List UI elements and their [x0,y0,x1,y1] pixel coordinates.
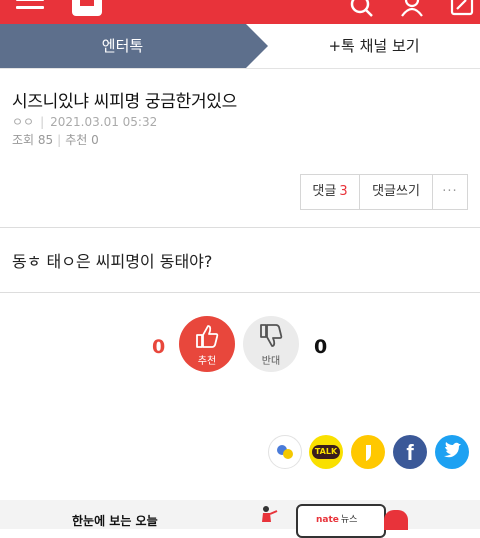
facebook-icon[interactable]: f [393,435,427,469]
kakaostory-icon[interactable] [351,435,385,469]
post-body: 동ㅎ 태ㅇ은 씨피명이 동태야? [0,228,480,293]
post-meta: ㅇㅇ | 2021.03.01 05:32 [12,113,157,130]
thumbs-down-icon [260,324,283,347]
twitter-icon[interactable] [435,435,469,469]
channel-bar: 엔터톡 +톡 채널 보기 [0,24,480,69]
banner-brand: nate 뉴스 [316,512,357,525]
oppose-label: 반대 [261,356,281,367]
post-action-buttons: 댓글 3 댓글쓰기 ··· [300,174,468,210]
banner-decoration [384,510,408,530]
nate-logo[interactable] [72,0,102,16]
banner-brand-suffix: 뉴스 [340,515,358,525]
post-header: 시즈니있냐 씨피명 궁금한거있으 ㅇㅇ | 2021.03.01 05:32 조회 … [0,69,480,228]
comment-button[interactable]: 댓글 3 [301,175,360,209]
thumbs-up-icon [196,325,219,348]
write-comment-button[interactable]: 댓글쓰기 [360,175,433,209]
meta-divider: | [40,115,45,129]
vote-section: 0 추천 반대 0 [0,316,480,376]
kakaotalk-icon[interactable]: TALK [309,435,343,469]
post-body-text: 동ㅎ 태ㅇ은 씨피명이 동태야? [12,252,213,271]
edit-icon[interactable] [450,0,474,20]
promo-banner[interactable]: 한눈에 보는 오늘 nate 뉴스 [0,500,480,538]
user-icon[interactable] [400,0,424,20]
recommend-count: 0 [152,336,166,358]
post-recommend: 추천 0 [65,133,99,147]
post-title: 시즈니있냐 씨피명 궁금한거있으 [12,92,237,112]
channel-tab-active[interactable]: 엔터톡 [0,24,268,68]
menu-icon[interactable] [16,0,44,12]
top-bar [0,0,480,24]
banner-text: 한눈에 보는 오늘 [72,514,158,528]
wechat-icon[interactable] [268,435,302,469]
kakaotalk-label: TALK [311,445,341,459]
channel-list-link[interactable]: +톡 채널 보기 [268,24,480,68]
channel-tab-label: 엔터톡 [101,37,144,55]
stats-divider: | [57,133,62,147]
more-button[interactable]: ··· [433,175,467,209]
banner-brand-name: nate [316,515,339,525]
search-icon[interactable] [350,0,374,20]
oppose-button[interactable]: 반대 [243,316,299,372]
post-views: 조회 85 [12,133,54,147]
post-author: ㅇㅇ [12,115,35,129]
oppose-count: 0 [314,336,328,358]
recommend-button[interactable]: 추천 [179,316,235,372]
phone-illustration: nate 뉴스 [296,504,386,538]
recommend-label: 추천 [197,356,217,367]
comment-count: 3 [339,184,348,199]
comment-label: 댓글 [312,184,337,199]
person-illustration-icon [262,506,278,522]
post-stats: 조회 85 | 추천 0 [12,131,99,148]
post-date: 2021.03.01 05:32 [50,115,158,129]
